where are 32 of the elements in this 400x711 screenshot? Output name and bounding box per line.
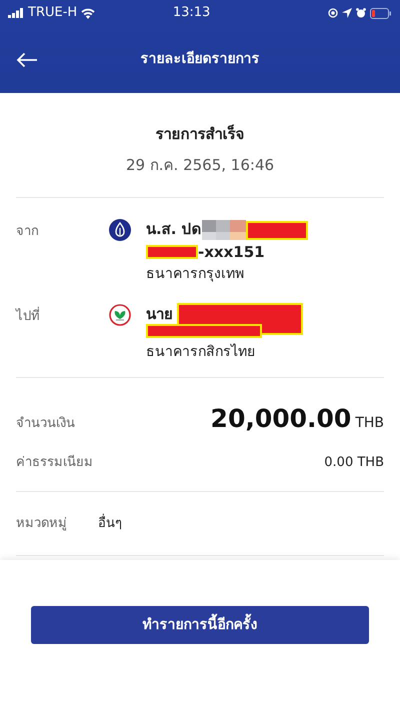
- account-name: น.ส. ปด: [146, 220, 202, 238]
- rotation-lock-icon: [328, 8, 338, 18]
- category-label: หมวดหมู่: [16, 514, 68, 532]
- amount-value: 20,000.00: [210, 402, 352, 434]
- bank-name: ธนาคารกรุงเทพ: [146, 266, 244, 282]
- fee-value: 0.00 THB: [324, 454, 384, 472]
- fee-label: ค่าธรรมเนียม: [16, 454, 94, 472]
- wifi-icon: [81, 8, 96, 18]
- redaction-mark: [146, 245, 198, 260]
- clock-time: 13:13: [172, 4, 210, 22]
- redaction-mark: [246, 220, 308, 240]
- signal-icon: [8, 8, 24, 18]
- party-label: ไปที่: [16, 306, 41, 326]
- screen-title: รายละเอียดรายการ: [140, 51, 260, 67]
- amount-label: จำนวนเงิน: [16, 414, 76, 432]
- back-arrow-icon[interactable]: [16, 52, 38, 68]
- currency: THB: [355, 414, 384, 432]
- carrier-name: TRUE-H: [28, 4, 78, 22]
- transaction-status: รายการสำเร็จ: [156, 125, 244, 143]
- account-number: -xxx151: [198, 243, 265, 261]
- repeat-transaction-button[interactable]: ทำรายการนี้อีกครั้ง: [31, 606, 369, 644]
- bank-logo-icon: [109, 304, 131, 326]
- category-value: อื่นๆ: [98, 514, 122, 532]
- location-icon: [342, 8, 352, 18]
- party-label: จาก: [16, 223, 40, 241]
- bank-logo-icon: [109, 219, 131, 241]
- transaction-date: 29 ก.ค. 2565, 16:46: [126, 156, 274, 174]
- alarm-icon: [356, 8, 366, 18]
- bank-name: ธนาคารกสิกรไทย: [146, 344, 255, 360]
- pixelated-redaction: [202, 220, 246, 240]
- account-name: นาย: [146, 304, 173, 322]
- battery-icon: [370, 8, 392, 18]
